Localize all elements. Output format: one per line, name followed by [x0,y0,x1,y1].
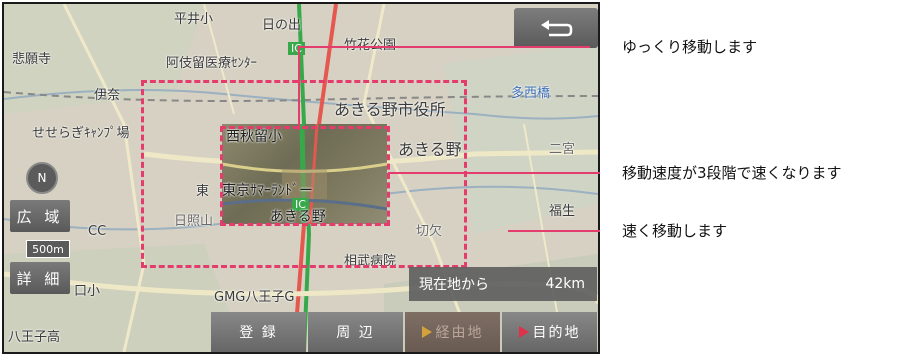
inset-label: あきる野 [270,209,326,224]
map-label: 切欠 [416,224,443,239]
waypoint-button[interactable]: 経由地 [405,312,500,352]
flag-icon [421,326,432,338]
map-label: あきる野市役所 [334,100,446,119]
map-scale: 500m [26,240,70,258]
compass-icon[interactable]: N [26,162,58,194]
map-label: 東 [196,184,210,199]
callout-speedup: 移動速度が3段階で速くなります [622,164,842,182]
register-button[interactable]: 登 録 [211,312,306,352]
distance-indicator: 現在地から 42km [409,267,597,301]
destination-button[interactable]: 目的地 [502,312,597,352]
register-label: 登 録 [239,325,278,341]
map-label: 竹花公園 [344,34,396,53]
distance-value: 42km [545,276,585,292]
map-label: 日の出 [262,18,302,33]
map-label: 八王子高 [8,330,61,345]
map-label: 二宮 [549,142,576,157]
map-label: 伊奈 [94,88,121,103]
map-label: 日照山 [174,214,214,229]
map-label: 相武病院 [344,254,397,269]
destination-label: 目的地 [532,325,581,341]
bottom-button-bar: 登 録 周 辺 経由地 目的地 [211,312,597,352]
callout-fast: 速く移動します [622,222,728,240]
waypoint-label: 経由地 [435,325,484,341]
compass-letter: N [37,171,47,185]
map-label: 福生 [549,204,576,219]
map-label: IC [288,42,305,55]
return-arrow-icon [541,20,573,37]
callout-line-slow-vertical [298,46,300,130]
map-label: あきる野 [398,140,462,159]
map-label: 平井小 [174,12,214,27]
map-label: せせらぎｷｬﾝﾌﾟ場 [32,126,130,141]
map-label: CC [88,224,107,239]
map-label: GMG八王子G [214,290,295,305]
callout-line-fast [508,230,600,232]
wide-area-button[interactable]: 広 域 [10,200,70,232]
inset-label: 東京ｻﾏｰﾗﾝﾄﾞー [222,183,313,199]
detail-button[interactable]: 詳 細 [10,262,70,294]
callout-line-slow [298,46,590,48]
nearby-label: 周 辺 [336,325,375,341]
nearby-button[interactable]: 周 辺 [308,312,403,352]
flag-icon [518,326,529,338]
back-button[interactable] [514,8,598,48]
callout-slow: ゆっくり移動します [622,38,758,56]
map-label: 悲願寺 [12,52,52,67]
map-label: 口小 [74,284,101,299]
distance-label: 現在地から [419,277,489,293]
callout-line-speedup [388,172,600,174]
nav-screen: 平井小 日の出 IC 竹花公園 悲願寺 阿伎留医療ｾﾝﾀｰ 伊奈 多西橋 あきる… [2,2,600,354]
map-label: 阿伎留医療ｾﾝﾀｰ [166,56,258,71]
map-label: 多西橋 [511,86,551,101]
satellite-inset: 西秋留小 東京ｻﾏｰﾗﾝﾄﾞー IC あきる野 [222,124,387,224]
inset-label: 西秋留小 [226,129,282,145]
